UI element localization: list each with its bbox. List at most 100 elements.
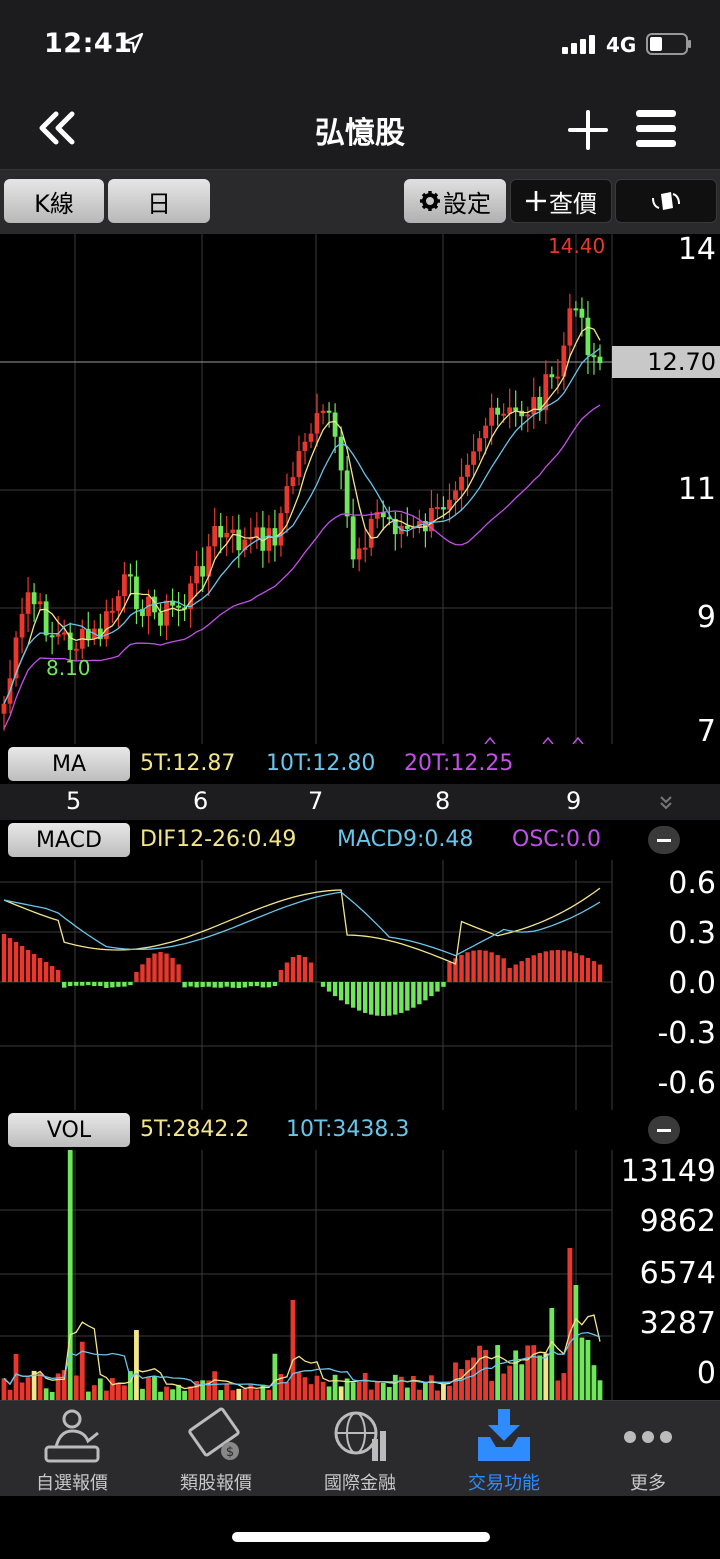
candle (218, 525, 224, 538)
macd-osc-bar (218, 982, 223, 988)
macd-osc-bar (37, 958, 43, 982)
macd-osc-bar (375, 982, 380, 1016)
volume-bar (404, 1387, 410, 1400)
candle (465, 464, 470, 477)
volume-bar (561, 1373, 567, 1400)
macd-osc-bar (597, 964, 603, 982)
candle (284, 486, 290, 514)
settings-label: 設定 (443, 189, 491, 218)
candle (200, 566, 206, 577)
candle (122, 574, 127, 597)
macd-osc-bar (31, 954, 37, 982)
candle (302, 441, 308, 452)
volume-bar (368, 1389, 374, 1400)
candle (326, 410, 332, 413)
volume-bar (392, 1374, 398, 1400)
tab-more[interactable]: 更多 (576, 1401, 720, 1497)
candle (585, 317, 591, 356)
tab-sector[interactable]: $ 類股報價 (144, 1401, 288, 1497)
volume-bar (549, 1308, 555, 1400)
bottom-tab-bar: 自選報價 $ 類股報價 國際金融 交易功能 更多 (0, 1400, 720, 1496)
macd-osc-bar (369, 982, 374, 1015)
candle (73, 648, 79, 651)
volume-bar (230, 1390, 236, 1400)
volume-bar (128, 1371, 133, 1400)
candle (278, 513, 284, 546)
candle (338, 436, 344, 471)
macd-osc-bar (302, 957, 308, 982)
volume-bar (543, 1353, 549, 1400)
menu-icon[interactable] (634, 108, 678, 150)
macd-osc-bar (387, 982, 392, 1016)
macd-osc-bar (344, 982, 350, 1005)
macd-osc-bar (242, 982, 247, 988)
volume-bar (73, 1375, 79, 1400)
macd-osc-bar (194, 982, 199, 988)
collapse-arrows-icon[interactable] (658, 794, 674, 810)
macd-remove-button[interactable] (648, 826, 680, 854)
volume-chart-panel[interactable]: 13149 9862 6574 3287 0 (0, 1150, 720, 1400)
candle (531, 397, 537, 415)
macd-osc-bar (326, 982, 332, 992)
vol-button[interactable]: VOL (8, 1113, 130, 1147)
tab-watchlist[interactable]: 自選報價 (0, 1401, 144, 1497)
candle (296, 451, 302, 478)
rotate-button[interactable] (615, 179, 717, 223)
settings-button[interactable]: 設定 (404, 179, 506, 223)
volume-bar (555, 1380, 561, 1400)
price-chart[interactable] (0, 234, 720, 744)
volume-bar (386, 1387, 392, 1400)
volume-bar (97, 1378, 103, 1400)
candle (362, 547, 368, 550)
macd-osc-bar (591, 961, 597, 982)
volume-bar (495, 1345, 501, 1400)
macd-button[interactable]: MACD (8, 823, 130, 857)
volume-bar (338, 1386, 344, 1400)
macd-osc-bar (567, 951, 573, 982)
volume-bar (218, 1390, 224, 1400)
tab-trade[interactable]: 交易功能 (432, 1401, 576, 1497)
macd-chart-panel[interactable]: 0.6 0.3 0.0 -0.3 -0.6 (0, 860, 720, 1110)
volume-bar (416, 1389, 422, 1400)
macd-chart[interactable] (0, 860, 720, 1110)
volume-bar (314, 1375, 320, 1400)
trade-icon (478, 1409, 530, 1461)
candle (236, 529, 242, 551)
price-chart-panel[interactable]: 14 12.70 11 9 7 14.40 8.10 (0, 232, 720, 749)
quote-button[interactable]: 查價 (510, 179, 612, 223)
volume-bar (122, 1385, 127, 1400)
macd-osc-bar (170, 957, 175, 982)
tab-international[interactable]: 國際金融 (288, 1401, 432, 1497)
macd-osc-bar (465, 952, 470, 982)
volume-bar (380, 1382, 386, 1400)
vol10-value: 10T:3438.3 (286, 1117, 410, 1142)
candle (477, 438, 482, 452)
period-button[interactable]: 日 (108, 179, 210, 223)
ma-button[interactable]: MA (8, 747, 130, 781)
macd-axis-1: 0.3 (668, 916, 716, 951)
more-icon (624, 1431, 672, 1443)
macd-osc-bar (224, 982, 229, 987)
volume-bar (567, 1248, 573, 1400)
volume-bar (140, 1388, 145, 1400)
macd-osc-bar (1, 934, 7, 982)
volume-bar (182, 1390, 187, 1400)
add-icon[interactable] (566, 110, 610, 150)
volume-bar (170, 1389, 175, 1400)
macd-osc-bar (260, 982, 266, 988)
vol-remove-button[interactable] (648, 1116, 680, 1144)
candle (459, 476, 464, 491)
volume-bar (579, 1337, 585, 1400)
macd-axis-4: -0.6 (657, 1066, 716, 1101)
macd-osc-bar (128, 982, 133, 986)
volume-bar (272, 1353, 278, 1400)
kline-button[interactable]: K線 (4, 179, 104, 223)
volume-bar (585, 1340, 591, 1400)
macd-osc-bar (507, 968, 512, 982)
candle (567, 308, 573, 346)
macd-osc-bar (489, 952, 494, 982)
volume-chart[interactable] (0, 1150, 720, 1400)
macd-osc-bar (49, 966, 55, 982)
svg-text:$: $ (226, 1445, 234, 1460)
candle (290, 477, 296, 487)
